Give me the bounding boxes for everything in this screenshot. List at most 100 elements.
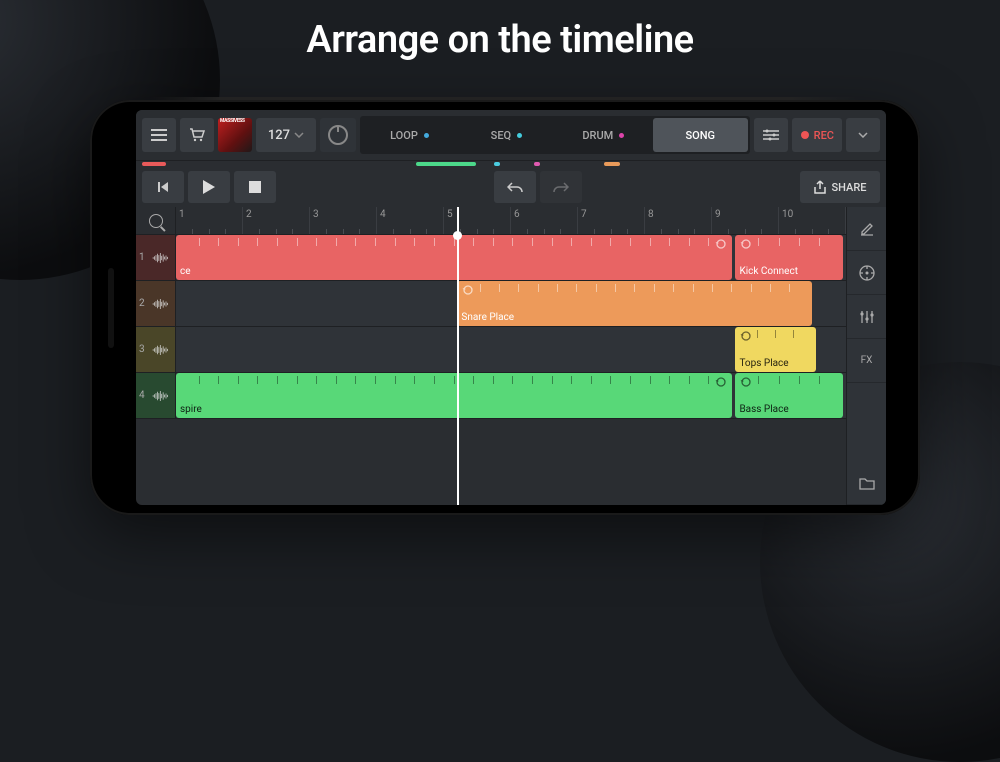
audio-clip[interactable]: ce (176, 235, 732, 280)
mode-drum[interactable]: DRUM (556, 118, 651, 152)
tempo-knob[interactable] (320, 118, 356, 152)
loop-icon (715, 238, 727, 250)
loop-icon (740, 376, 752, 388)
track-header[interactable]: 4 (136, 373, 176, 418)
magnifier-icon (149, 214, 163, 228)
arrangement-overview[interactable] (136, 161, 886, 167)
audio-clip[interactable]: Kick Connect (735, 235, 842, 280)
redo-icon (553, 181, 569, 193)
mode-song[interactable]: SONG (653, 118, 748, 152)
folder-icon (859, 476, 875, 490)
more-button[interactable] (846, 118, 880, 152)
clip-label: Bass Place (739, 404, 788, 415)
ruler-bar: 4 (377, 207, 444, 234)
waveform-icon (148, 327, 174, 372)
overview-segment (142, 162, 166, 166)
waveform-icon (148, 235, 174, 280)
ruler-bar: 1 (176, 207, 243, 234)
track-number: 4 (139, 390, 145, 401)
track-number: 2 (139, 298, 145, 309)
ruler[interactable]: 12345678910 (136, 207, 846, 235)
fx-button[interactable]: FX (847, 339, 886, 383)
soundpack-thumbnail[interactable] (218, 118, 252, 152)
track-row: 1 ce Kick Connect (136, 235, 846, 281)
app-screen: 127 LOOP SEQ DRUM SONG REC (136, 110, 886, 505)
ruler-bar: 10 (779, 207, 846, 234)
chevron-down-icon (858, 132, 868, 138)
overview-segment (604, 162, 620, 166)
track-header[interactable]: 1 (136, 235, 176, 280)
undo-button[interactable] (494, 171, 536, 203)
edit-button[interactable] (847, 207, 886, 251)
hamburger-icon (151, 129, 167, 141)
snap-button[interactable] (847, 251, 886, 295)
play-button[interactable] (188, 171, 230, 203)
files-button[interactable] (847, 461, 886, 505)
track-number: 3 (139, 344, 145, 355)
ruler-bar: 2 (243, 207, 310, 234)
chevron-down-icon (294, 132, 304, 138)
ruler-bar: 7 (578, 207, 645, 234)
rewind-button[interactable] (142, 171, 184, 203)
timeline: 12345678910 1 ce Kick Connect 2 Snare Place 3… (136, 207, 886, 505)
mixer-button[interactable] (754, 118, 788, 152)
waveform-icon (148, 373, 174, 418)
ruler-bar: 8 (645, 207, 712, 234)
clip-label: spire (180, 404, 202, 415)
share-button[interactable]: SHARE (800, 171, 880, 203)
shop-button[interactable] (180, 118, 214, 152)
undo-icon (507, 181, 523, 193)
track-lane[interactable]: Snare Place (176, 281, 846, 326)
cart-icon (189, 127, 205, 143)
loop-icon (740, 330, 752, 342)
waveform-icon (148, 281, 174, 326)
clip-label: Tops Place (739, 358, 788, 369)
loop-icon (462, 284, 474, 296)
clip-label: ce (180, 266, 191, 277)
track-header[interactable]: 3 (136, 327, 176, 372)
mixer-icon (859, 310, 875, 324)
clip-label: Snare Place (461, 312, 514, 323)
pencil-icon (859, 221, 875, 237)
audio-clip[interactable]: Bass Place (735, 373, 842, 418)
device-frame: 127 LOOP SEQ DRUM SONG REC (90, 100, 920, 515)
top-toolbar: 127 LOOP SEQ DRUM SONG REC (136, 110, 886, 161)
record-button[interactable]: REC (792, 118, 842, 152)
clip-label: Kick Connect (739, 266, 798, 277)
mode-loop[interactable]: LOOP (362, 118, 457, 152)
redo-button[interactable] (540, 171, 582, 203)
tempo-button[interactable]: 127 (256, 118, 316, 152)
menu-button[interactable] (142, 118, 176, 152)
loop-icon (715, 376, 727, 388)
audio-clip[interactable]: Snare Place (457, 281, 812, 326)
snap-icon (858, 264, 876, 282)
drag-handle[interactable] (864, 158, 880, 170)
mode-tabs: LOOP SEQ DRUM SONG (360, 116, 750, 154)
share-icon (814, 180, 826, 194)
track-row: 2 Snare Place (136, 281, 846, 327)
page-title: Arrange on the timeline (0, 18, 1000, 62)
stop-button[interactable] (234, 171, 276, 203)
right-sidebar: FX (846, 207, 886, 505)
overview-segment (534, 162, 540, 166)
overview-segment (494, 162, 500, 166)
audio-clip[interactable]: spire (176, 373, 732, 418)
track-lane[interactable]: spire Bass Place (176, 373, 846, 418)
record-icon (800, 130, 810, 140)
track-lane[interactable]: Tops Place (176, 327, 846, 372)
play-icon (203, 180, 215, 194)
mode-seq[interactable]: SEQ (459, 118, 554, 152)
track-lane[interactable]: ce Kick Connect (176, 235, 846, 280)
track-row: 4 spire Bass Place (136, 373, 846, 419)
ruler-bar: 3 (310, 207, 377, 234)
search-button[interactable] (136, 207, 176, 234)
skip-back-icon (156, 180, 170, 194)
transport-bar: SHARE (136, 167, 886, 207)
mixer-panel-button[interactable] (847, 295, 886, 339)
track-row: 3 Tops Place (136, 327, 846, 373)
loop-icon (740, 238, 752, 250)
track-header[interactable]: 2 (136, 281, 176, 326)
audio-clip[interactable]: Tops Place (735, 327, 815, 372)
ruler-bar: 6 (511, 207, 578, 234)
ruler-bar: 5 (444, 207, 511, 234)
